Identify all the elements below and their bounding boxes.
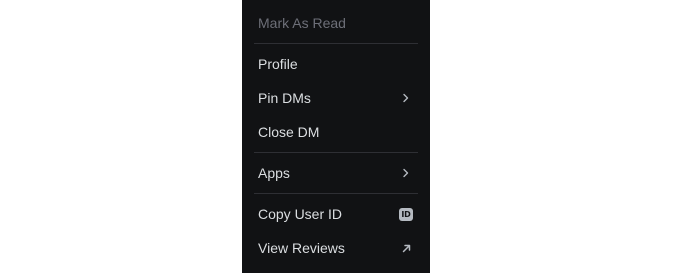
menu-item-label: Close DM [258, 124, 320, 140]
menu-item-copy-user-id[interactable]: Copy User ID ID [250, 197, 422, 231]
menu-separator [254, 193, 418, 194]
chevron-right-icon [398, 165, 414, 181]
id-badge-icon: ID [398, 206, 414, 222]
menu-separator [254, 43, 418, 44]
menu-item-label: Apps [258, 165, 290, 181]
menu-item-label: View Reviews [258, 240, 345, 256]
menu-item-apps[interactable]: Apps [250, 156, 422, 190]
menu-item-label: Copy User ID [258, 206, 343, 222]
menu-item-label: Profile [258, 56, 298, 72]
id-badge-text: ID [399, 207, 413, 221]
context-menu: Mark As Read Profile Pin DMs Close DM Ap… [242, 0, 430, 273]
menu-item-mark-as-read: Mark As Read [250, 6, 422, 40]
menu-item-profile[interactable]: Profile [250, 47, 422, 81]
menu-item-label: Pin DMs [258, 90, 311, 106]
chevron-right-icon [398, 90, 414, 106]
menu-item-close-dm[interactable]: Close DM [250, 115, 422, 149]
external-link-arrow-icon [398, 240, 414, 256]
menu-item-pin-dms[interactable]: Pin DMs [250, 81, 422, 115]
menu-item-view-reviews[interactable]: View Reviews [250, 231, 422, 265]
menu-separator [254, 152, 418, 153]
menu-item-label: Mark As Read [258, 15, 346, 31]
